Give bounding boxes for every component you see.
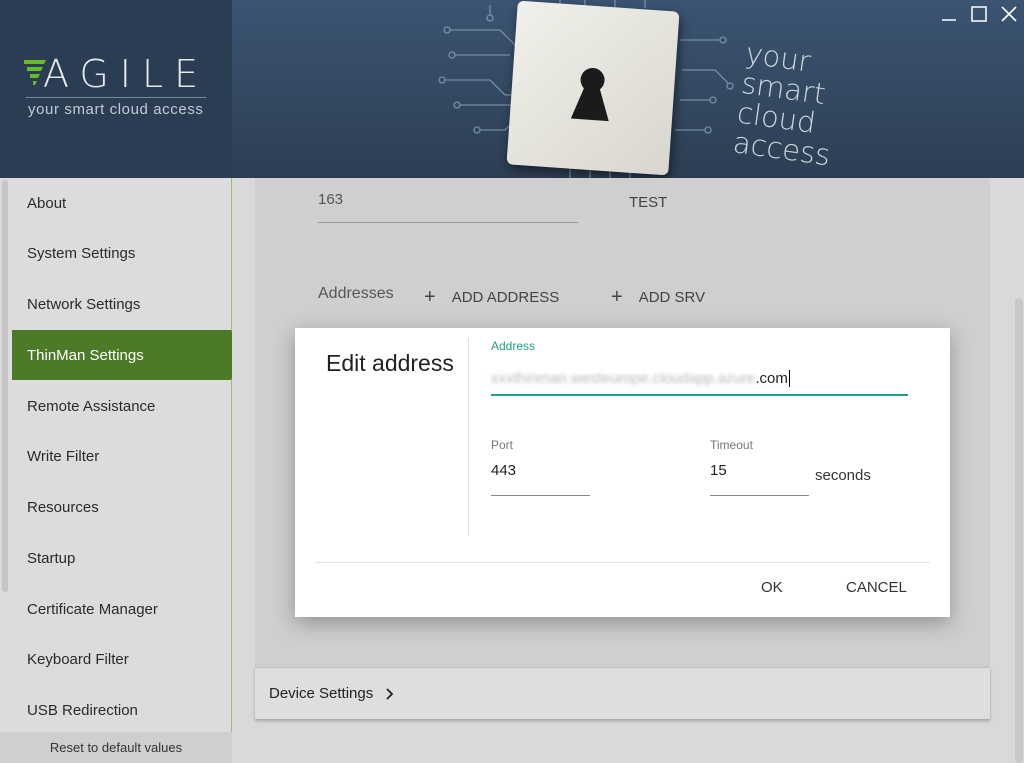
- sidebar-item-label: Remote Assistance: [27, 397, 156, 415]
- logo-wordmark: AGILE: [43, 52, 210, 96]
- sidebar-item-label: Keyboard Filter: [27, 650, 129, 668]
- add-address-button[interactable]: + ADD ADDRESS: [424, 286, 559, 309]
- sidebar-item-label: Resources: [27, 498, 99, 516]
- port-value: 443: [491, 462, 517, 479]
- sidebar-item-usb-redirection[interactable]: USB Redirection: [12, 685, 231, 735]
- add-srv-button[interactable]: + ADD SRV: [611, 286, 705, 309]
- sidebar-item-label: Write Filter: [27, 447, 100, 465]
- device-settings-label: Device Settings: [269, 685, 374, 702]
- timeout-value: 15: [710, 462, 727, 479]
- logo-tagline: your smart cloud access: [28, 101, 204, 118]
- sidebar-item-about[interactable]: About: [12, 178, 231, 228]
- dialog-title: Edit address: [326, 350, 454, 376]
- sidebar-item-label: Certificate Manager: [27, 600, 158, 618]
- banner-slogan: your smart cloud access: [731, 36, 844, 172]
- sidebar-item-thinman-settings[interactable]: ThinMan Settings: [12, 330, 231, 380]
- field-underline: [318, 222, 578, 223]
- sidebar-item-label: USB Redirection: [27, 701, 138, 719]
- add-address-label: ADD ADDRESS: [451, 289, 560, 306]
- sidebar-item-certificate-manager[interactable]: Certificate Manager: [12, 584, 231, 634]
- cancel-button[interactable]: CANCEL: [846, 579, 907, 596]
- sidebar-item-write-filter[interactable]: Write Filter: [12, 431, 231, 481]
- sidebar-item-remote-assistance[interactable]: Remote Assistance: [12, 381, 231, 431]
- sidebar-item-label: ThinMan Settings: [27, 346, 144, 364]
- test-button[interactable]: TEST: [629, 194, 667, 211]
- port-label: Port: [491, 438, 514, 452]
- sidebar-item-keyboard-filter[interactable]: Keyboard Filter: [12, 634, 231, 684]
- close-icon: [1001, 6, 1017, 22]
- sidebar-item-startup[interactable]: Startup: [12, 533, 231, 583]
- logo-divider: [26, 97, 206, 98]
- sidebar-item-resources[interactable]: Resources: [12, 482, 231, 532]
- address-input[interactable]: xxxthinman.westeurope.cloudapp.azure .com: [491, 362, 908, 396]
- sidebar-item-label: System Settings: [27, 244, 136, 262]
- app-header: AGILE your smart cloud access your smart: [0, 0, 1024, 178]
- device-settings-expander[interactable]: Device Settings: [255, 667, 990, 719]
- plus-icon: +: [424, 286, 436, 308]
- timeout-unit: seconds: [815, 467, 871, 484]
- address-label: Address: [491, 339, 536, 353]
- ok-button[interactable]: OK: [761, 579, 783, 596]
- sidebar-item-system-settings[interactable]: System Settings: [12, 228, 231, 278]
- port-input[interactable]: 443: [491, 462, 590, 496]
- minimize-icon: [942, 19, 956, 21]
- sidebar-item-label: About: [27, 194, 67, 212]
- chevron-right-icon: [386, 687, 394, 700]
- timeout-input[interactable]: 15: [710, 462, 809, 496]
- minimize-button[interactable]: [938, 3, 960, 25]
- dialog-footer-divider: [315, 562, 930, 563]
- field-value[interactable]: 163: [318, 191, 343, 208]
- plus-icon: +: [611, 286, 623, 308]
- maximize-icon: [971, 6, 987, 22]
- address-value-redacted: xxxthinman.westeurope.cloudapp.azure: [491, 369, 756, 387]
- address-value-suffix: .com: [755, 369, 788, 387]
- close-button[interactable]: [998, 3, 1020, 25]
- edit-address-dialog: Edit address Address xxxthinman.westeuro…: [295, 328, 950, 617]
- dialog-divider: [468, 338, 469, 536]
- addresses-label: Addresses: [318, 285, 394, 302]
- keyhole-card: [506, 0, 680, 176]
- timeout-label: Timeout: [710, 438, 753, 452]
- sidebar-item-network-settings[interactable]: Network Settings: [12, 279, 231, 329]
- text-caret: [788, 369, 790, 387]
- maximize-button[interactable]: [968, 3, 990, 25]
- logo-panel: AGILE your smart cloud access: [0, 0, 232, 178]
- sidebar-item-label: Startup: [27, 549, 76, 567]
- sidebar-scrollbar[interactable]: [2, 180, 8, 592]
- sidebar: About System Settings Network Settings T…: [0, 178, 232, 763]
- main-scrollbar[interactable]: [1015, 298, 1023, 763]
- sidebar-item-label: Network Settings: [27, 295, 141, 313]
- reset-defaults-button[interactable]: Reset to default values: [0, 732, 232, 763]
- add-srv-label: ADD SRV: [638, 289, 706, 306]
- keyhole-icon: [570, 67, 609, 122]
